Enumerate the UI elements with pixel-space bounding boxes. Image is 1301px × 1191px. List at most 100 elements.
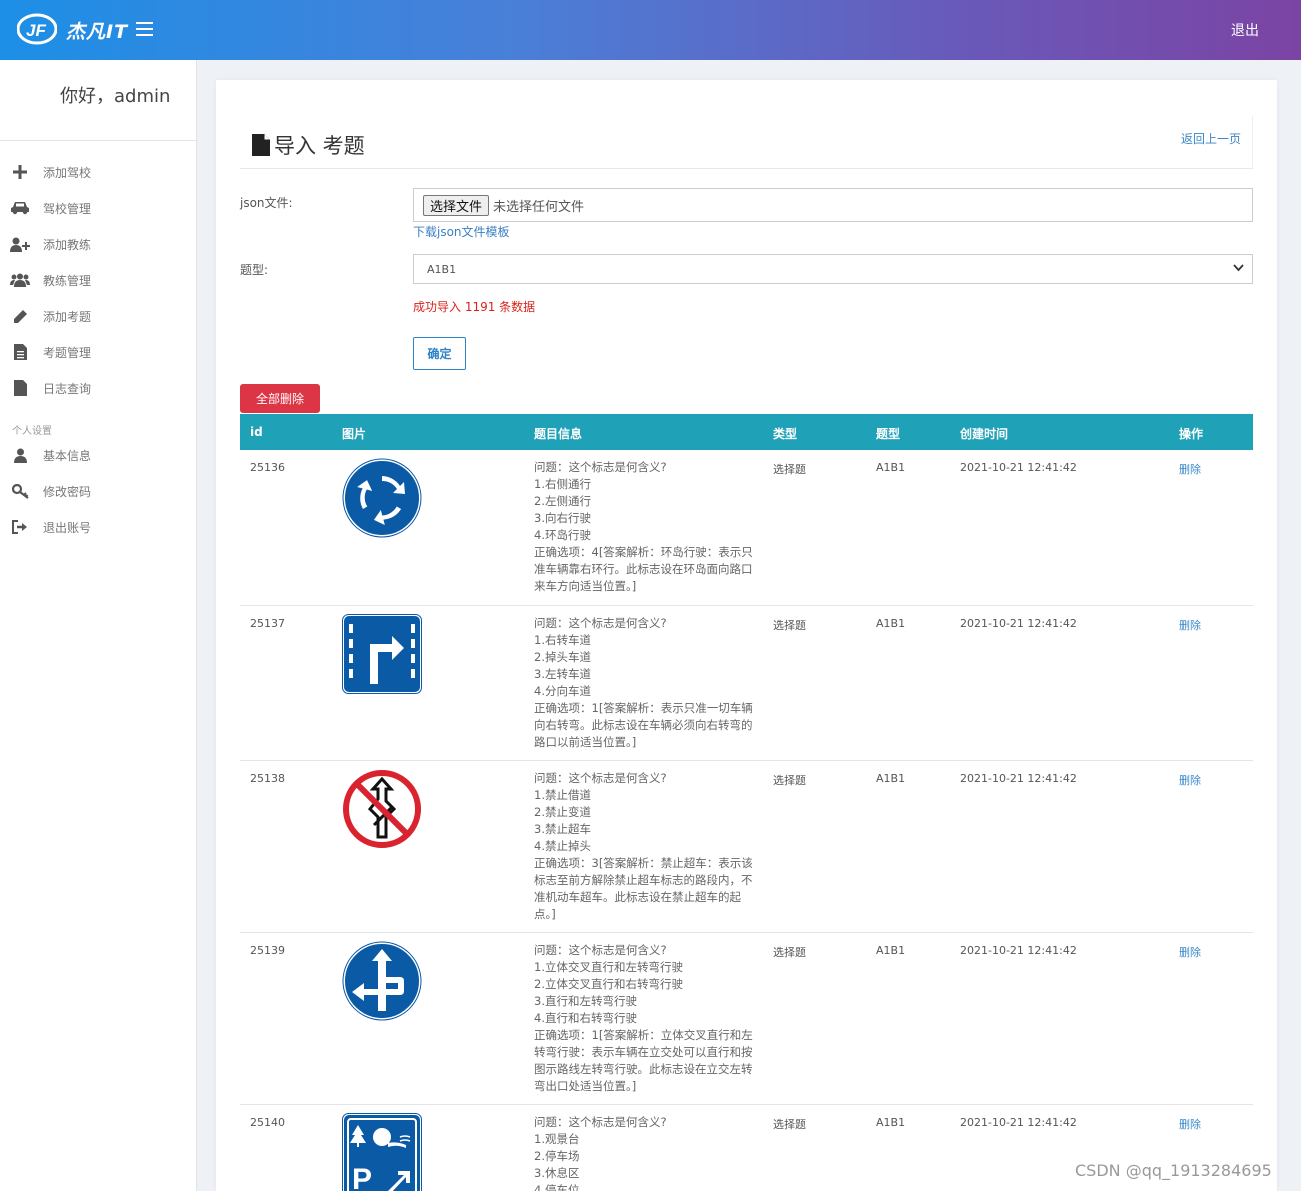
brand-name: 杰凡IT [66,21,129,43]
cell-created-time: 2021-10-21 12:41:42 [960,617,1077,630]
question-type-value: A1B1 [427,262,457,276]
cell-created-time: 2021-10-21 12:41:42 [960,944,1077,957]
cell-category: A1B1 [876,1116,906,1129]
file-text-icon [10,344,30,360]
option-text: 4.禁止掉头 [534,839,591,853]
logout-button[interactable]: 退出 [1231,20,1259,40]
delete-link[interactable]: 删除 [1179,772,1201,788]
question-info: 问题：这个标志是何含义? 1.右侧通行 2.左侧通行 3.向右行驶 4.环岛行驶… [534,459,758,595]
file-icon [10,380,30,396]
sidebar-item-label: 考题管理 [43,345,92,360]
option-text: 4.直行和右转弯行驶 [534,1011,637,1025]
sidebar-item-question-manage[interactable]: 考题管理 [10,342,190,362]
cell-category: A1B1 [876,772,906,785]
cell-id: 25140 [250,1116,285,1129]
sidebar-item-label: 日志查询 [43,381,92,396]
option-text: 3.左转车道 [534,667,591,681]
roundabout-sign-icon [342,458,422,538]
column-header-type: 类型 [773,427,798,441]
option-text: 2.掉头车道 [534,650,591,664]
answer-explanation: 正确选项：3[答案解析：禁止超车：表示该标志至前方解除禁止超车标志的路段内，不准… [534,856,753,921]
sidebar-item-school-manage[interactable]: 驾校管理 [10,198,190,218]
sidebar-item-log-query[interactable]: 日志查询 [10,378,190,398]
menu-toggle-icon[interactable] [136,22,153,36]
right-turn-lane-sign-icon [342,614,422,694]
logo-icon: JF [17,13,57,45]
option-text: 1.右侧通行 [534,477,591,491]
json-file-label: json文件: [240,196,293,210]
table-row: 25138 问题：这个标志是何含义? 1.禁止借道 2.禁止变道 3.禁止超车 … [240,761,1253,933]
plus-icon [10,164,30,180]
sidebar-item-label: 教练管理 [43,273,92,288]
sidebar-divider [0,140,196,141]
sidebar-item-change-password[interactable]: 修改密码 [10,481,190,501]
cell-type: 选择题 [773,774,806,787]
import-card: 导入 考题 返回上一页 json文件: 选择文件 未选择任何文件 下载json文… [216,80,1277,1191]
column-header-question-info: 题目信息 [534,427,583,441]
cell-category: A1B1 [876,617,906,630]
cell-created-time: 2021-10-21 12:41:42 [960,772,1077,785]
option-text: 4.分向车道 [534,684,591,698]
cell-category: A1B1 [876,461,906,474]
greeting: 你好，admin [60,86,171,107]
option-text: 1.禁止借道 [534,788,591,802]
question-info: 问题：这个标志是何含义? 1.右转车道 2.掉头车道 3.左转车道 4.分向车道… [534,615,758,751]
user-plus-icon [10,236,30,252]
question-text: 问题：这个标志是何含义? [534,616,667,630]
file-icon [252,134,270,156]
cell-type: 选择题 [773,619,806,632]
sidebar-item-add-question[interactable]: 添加考题 [10,306,190,326]
svg-text:P: P [352,1163,372,1191]
choose-file-button[interactable]: 选择文件 [423,194,490,216]
delete-link[interactable]: 删除 [1179,461,1201,477]
answer-explanation: 正确选项：4[答案解析：环岛行驶：表示只准车辆靠右环行。此标志设在环岛面向路口来… [534,545,753,593]
cell-id: 25138 [250,772,285,785]
sidebar-item-label: 退出账号 [43,520,92,535]
sidebar-item-sign-out[interactable]: 退出账号 [10,517,190,537]
cell-id: 25139 [250,944,285,957]
delete-link[interactable]: 删除 [1179,944,1201,960]
sidebar-item-add-coach[interactable]: 添加教练 [10,234,190,254]
json-file-input[interactable]: 选择文件 未选择任何文件 [413,188,1253,222]
option-text: 3.向右行驶 [534,511,591,525]
answer-explanation: 正确选项：1[答案解析：立体交叉直行和左转弯行驶：表示车辆在立交处可以直行和按图… [534,1028,753,1093]
column-header-id: id [250,425,263,439]
sidebar-item-coach-manage[interactable]: 教练管理 [10,270,190,290]
back-link[interactable]: 返回上一页 [1181,130,1241,147]
chevron-down-icon [1233,264,1244,272]
table-row: 25136 问题：这个标志是何含义? 1.右侧通行 2.左侧通行 3.向右行驶 … [240,450,1253,606]
option-text: 2.禁止变道 [534,805,591,819]
cell-id: 25136 [250,461,285,474]
option-text: 1.立体交叉直行和左转弯行驶 [534,960,683,974]
option-text: 4.停车位 [534,1183,580,1191]
sidebar-item-label: 添加驾校 [43,165,92,180]
straight-left-turn-sign-icon [342,941,422,1021]
download-template-link[interactable]: 下载json文件模板 [413,223,510,240]
option-text: 1.观景台 [534,1132,580,1146]
question-info: 问题：这个标志是何含义? 1.观景台 2.停车场 3.休息区 4.停车位 [534,1114,758,1191]
option-text: 4.环岛行驶 [534,528,591,542]
sidebar-item-label: 添加考题 [43,309,92,324]
question-type-select[interactable]: A1B1 [413,254,1253,284]
svg-text:JF: JF [26,21,46,40]
sidebar-item-add-school[interactable]: 添加驾校 [10,162,190,182]
table-row: 25137 问题：这个标志是何含义? 1.右转车道 2.掉头车道 3.左转车道 … [240,606,1253,761]
question-type-label: 题型: [240,263,269,277]
confirm-button[interactable]: 确定 [413,337,466,370]
sign-out-icon [10,519,30,535]
question-text: 问题：这个标志是何含义? [534,460,667,474]
option-text: 3.休息区 [534,1166,580,1180]
cell-category: A1B1 [876,944,906,957]
delete-link[interactable]: 删除 [1179,1116,1201,1132]
scenic-parking-sign-icon: P [342,1113,422,1191]
sidebar-item-basic-info[interactable]: 基本信息 [10,445,190,465]
page-title: 导入 考题 [252,130,365,160]
delete-all-button[interactable]: 全部删除 [240,384,320,413]
sidebar: 你好，admin 添加驾校 驾校管理 添加教练 教练管理 添加考题 考题管理 日… [0,60,197,1191]
cell-type: 选择题 [773,463,806,476]
option-text: 2.左侧通行 [534,494,591,508]
answer-explanation: 正确选项：1[答案解析：表示只准一切车辆向右转弯。此标志设在车辆必须向右转弯的路… [534,701,753,749]
delete-link[interactable]: 删除 [1179,617,1201,633]
option-text: 3.直行和左转弯行驶 [534,994,637,1008]
key-icon [10,483,30,499]
